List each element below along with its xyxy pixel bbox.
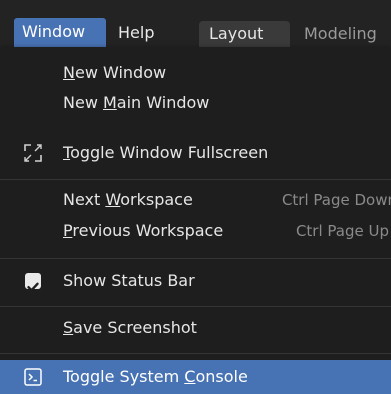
window-menu-dropdown: New Window New Main Window Toggle Window… [0, 47, 391, 394]
menu-item-show-status-bar[interactable]: Show Status Bar [0, 264, 391, 298]
console-icon [24, 368, 42, 386]
shortcut-label: Ctrl Page Down [281, 191, 391, 209]
menu-item-toggle-system-console[interactable]: Toggle System Console [0, 360, 391, 394]
menu-item-previous-workspace[interactable]: Previous Workspace Ctrl Page Up [0, 214, 391, 248]
menu-separator [0, 258, 391, 259]
menu-item-save-screenshot[interactable]: Save Screenshot [0, 311, 391, 345]
shortcut-label: Ctrl Page Up [295, 222, 389, 240]
tab-layout[interactable]: Layout [199, 21, 290, 47]
menu-item-toggle-fullscreen[interactable]: Toggle Window Fullscreen [0, 136, 391, 170]
menu-item-next-workspace[interactable]: Next Workspace Ctrl Page Down [0, 183, 391, 217]
checkmark-icon [27, 282, 39, 292]
window-menu-button[interactable]: Window [14, 18, 106, 47]
fullscreen-icon [24, 144, 42, 162]
menu-separator [0, 353, 391, 354]
tab-modeling[interactable]: Modeling [294, 21, 391, 47]
menu-item-new-main-window[interactable]: New Main Window [0, 86, 391, 120]
menu-item-new-window[interactable]: New Window [0, 56, 391, 90]
menu-separator [0, 179, 391, 180]
top-menu-bar: Window Help Layout Modeling [0, 0, 391, 47]
help-menu-button[interactable]: Help [110, 19, 170, 47]
checkbox[interactable] [25, 273, 41, 292]
menu-separator [0, 306, 391, 307]
